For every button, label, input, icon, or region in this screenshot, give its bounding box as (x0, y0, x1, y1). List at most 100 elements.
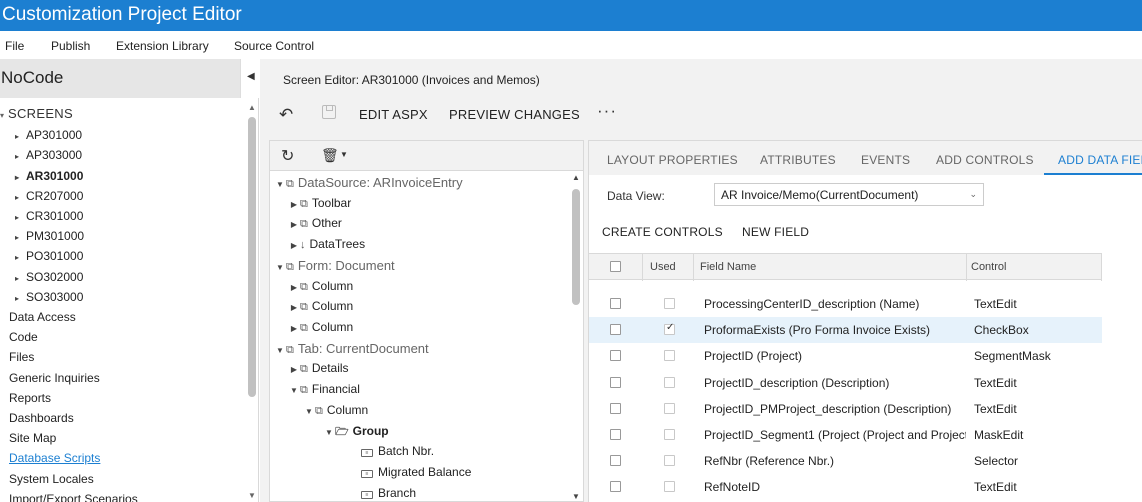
tree-node[interactable]: ≡ Branch (349, 486, 416, 502)
row-select-checkbox[interactable] (610, 350, 621, 362)
caret-right-icon[interactable]: ▶ (288, 303, 300, 312)
tree-node[interactable]: ≡ Batch Nbr. (349, 444, 434, 464)
tree-node[interactable]: ▼ ⧉ Column (303, 403, 368, 423)
tree-node[interactable]: ▶ ⧉ Other (288, 216, 342, 236)
screen-item[interactable]: ▸ AP303000 (15, 148, 82, 168)
caret-down-icon[interactable]: ▼ (288, 386, 300, 395)
undo-icon[interactable]: ↶ (279, 105, 293, 125)
used-checkbox[interactable] (664, 429, 675, 440)
caret-down-icon[interactable]: ▼ (323, 428, 335, 437)
select-all-checkbox[interactable] (610, 261, 621, 272)
table-row[interactable]: ProjectID_description (Description) TextE… (589, 370, 1102, 396)
table-row[interactable]: ProjectID_PMProject_description (Descrip… (589, 396, 1102, 422)
sidebar-item[interactable]: Site Map (9, 431, 56, 451)
sidebar-item[interactable]: Dashboards (9, 411, 74, 431)
tree-node[interactable]: ▼ 🗁 Group (323, 423, 389, 443)
scroll-up-icon[interactable]: ▲ (572, 173, 580, 182)
table-row[interactable]: ProjectID_Segment1 (Project (Project and… (589, 422, 1102, 448)
header-used[interactable]: Used (650, 261, 676, 273)
tree-node[interactable]: ▶ ⧉ Column (288, 299, 353, 319)
row-select-checkbox[interactable] (610, 481, 621, 493)
row-select-checkbox[interactable] (610, 376, 621, 388)
caret-right-icon[interactable]: ▶ (288, 200, 300, 209)
table-row[interactable]: ProformaExists (Pro Forma Invoice Exists… (589, 317, 1102, 344)
tab-add-controls[interactable]: ADD CONTROLS (936, 153, 1034, 167)
sidebar-item[interactable]: Database Scripts (9, 451, 100, 471)
screen-item[interactable]: ▸ PO301000 (15, 249, 83, 269)
caret-right-icon[interactable]: ▶ (288, 220, 300, 229)
table-row[interactable]: RefNoteID TextEdit (589, 474, 1102, 500)
tree-node[interactable]: ▶ ⧉ Details (288, 361, 349, 381)
caret-down-icon[interactable]: ▼ (274, 263, 286, 272)
header-control[interactable]: Control (971, 261, 1006, 273)
row-select-checkbox[interactable] (610, 429, 621, 440)
more-options-icon[interactable]: ··· (597, 101, 617, 121)
sidebar-item[interactable]: Reports (9, 391, 51, 411)
preview-changes-button[interactable]: PREVIEW CHANGES (449, 107, 580, 122)
scrollbar-thumb[interactable] (248, 117, 256, 397)
screen-item[interactable]: ▸ CR301000 (15, 209, 83, 229)
create-controls-button[interactable]: CREATE CONTROLS (602, 225, 723, 239)
tree-node[interactable]: ▶ ⧉ Column (288, 279, 353, 299)
used-checkbox[interactable] (664, 322, 675, 336)
tree-node[interactable]: ▶ ⧉ Column (288, 320, 353, 340)
tree-node[interactable]: ▼ ⧉ Tab: CurrentDocument (274, 341, 429, 361)
screen-item[interactable]: ▸ SO302000 (15, 270, 83, 290)
screen-item[interactable]: ▸ CR207000 (15, 189, 83, 209)
save-icon[interactable] (322, 105, 336, 119)
used-checkbox[interactable] (664, 481, 675, 493)
tree-node[interactable]: ▶ ↓ DataTrees (288, 237, 365, 257)
caret-right-icon[interactable]: ▶ (288, 283, 300, 292)
caret-down-icon[interactable]: ▼ (274, 346, 286, 355)
tab-events[interactable]: EVENTS (861, 153, 910, 167)
used-checkbox[interactable] (664, 402, 675, 414)
table-row[interactable]: ProjectID (Project) SegmentMask (589, 343, 1102, 369)
caret-down-icon[interactable]: ▼ (274, 180, 286, 189)
header-field-name[interactable]: Field Name (700, 261, 756, 273)
edit-aspx-button[interactable]: EDIT ASPX (359, 107, 428, 122)
sidebar-item[interactable]: Files (9, 350, 34, 370)
tab-attributes[interactable]: ATTRIBUTES (760, 153, 836, 167)
tree-scrollbar[interactable]: ▲ ▼ (571, 173, 581, 501)
caret-down-icon[interactable]: ▼ (303, 407, 315, 416)
menu-extension-library[interactable]: Extension Library (116, 39, 209, 53)
caret-right-icon[interactable]: ▶ (288, 365, 300, 374)
row-select-checkbox[interactable] (610, 324, 621, 336)
sidebar-scrollbar[interactable]: ▲ ▼ (247, 103, 257, 502)
caret-right-icon[interactable]: ▶ (288, 324, 300, 333)
sidebar-item[interactable]: Generic Inquiries (9, 371, 100, 391)
sidebar-item[interactable]: Data Access (9, 310, 76, 330)
used-checkbox[interactable] (664, 298, 675, 309)
used-checkbox[interactable] (664, 350, 675, 362)
menu-source-control[interactable]: Source Control (234, 39, 314, 53)
row-select-checkbox[interactable] (610, 402, 621, 414)
row-select-checkbox[interactable] (610, 298, 621, 309)
delete-icon[interactable]: 🗑 (321, 147, 339, 164)
refresh-icon[interactable]: ↻ (281, 146, 294, 166)
used-checkbox[interactable] (664, 376, 675, 388)
scrollbar-thumb[interactable] (572, 189, 580, 305)
sidebar-item[interactable]: Import/Export Scenarios (9, 492, 138, 502)
table-row[interactable]: RefNbr (Reference Nbr.) Selector (589, 448, 1102, 474)
row-select-checkbox[interactable] (610, 455, 621, 467)
tab-layout-properties[interactable]: LAYOUT PROPERTIES (607, 153, 738, 167)
new-field-button[interactable]: NEW FIELD (742, 225, 809, 239)
screens-section[interactable]: ▾ SCREENS (0, 106, 73, 126)
used-checkbox[interactable] (664, 455, 675, 467)
scroll-up-icon[interactable]: ▲ (248, 103, 256, 112)
tab-add-data-fields[interactable]: ADD DATA FIELDS (1058, 153, 1142, 167)
table-row[interactable]: ProcessingCenterID_description (Name) Tex… (589, 291, 1102, 317)
screen-item[interactable]: ▸ SO303000 (15, 290, 83, 310)
screen-item[interactable]: ▸ AR301000 (15, 169, 83, 189)
tree-node[interactable]: ▼ ⧉ DataSource: ARInvoiceEntry (274, 175, 463, 195)
screen-item[interactable]: ▸ PM301000 (15, 229, 84, 249)
scroll-down-icon[interactable]: ▼ (248, 491, 256, 500)
sidebar-item[interactable]: System Locales (9, 472, 94, 492)
chevron-down-icon[interactable]: ▼ (340, 150, 348, 159)
menu-file[interactable]: File (5, 39, 24, 53)
screen-item[interactable]: ▸ AP301000 (15, 128, 82, 148)
sidebar-item[interactable]: Code (9, 330, 38, 350)
scroll-down-icon[interactable]: ▼ (572, 492, 580, 501)
tree-node[interactable]: ≡ Migrated Balance (349, 465, 471, 485)
tree-node[interactable]: ▶ ⧉ Toolbar (288, 196, 351, 216)
